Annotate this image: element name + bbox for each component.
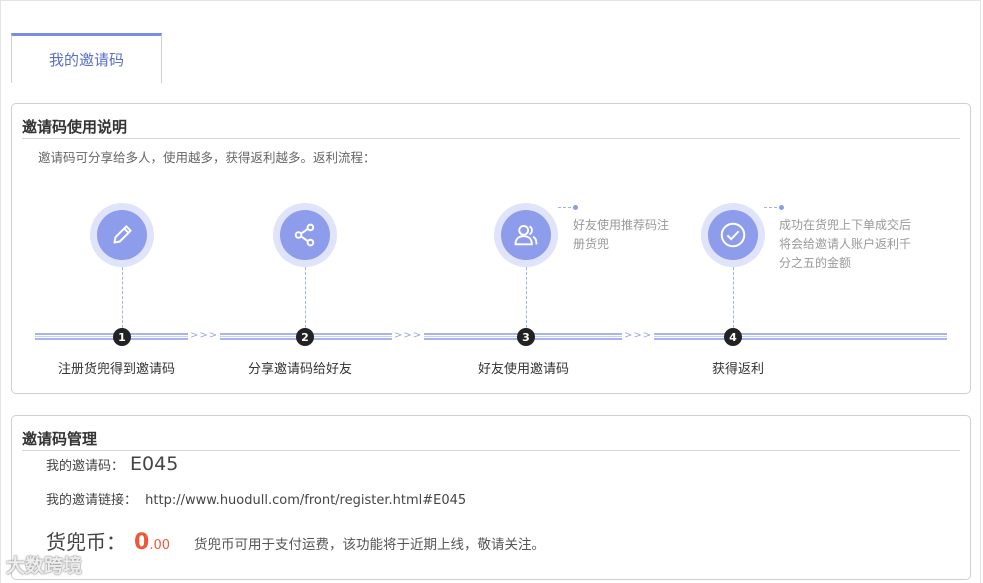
coin-description: 货兜币可用于支付运费，该功能将于近期上线，敬请关注。 xyxy=(194,537,545,553)
step-4-label: 获得返利 xyxy=(712,362,765,377)
step-2-icon-circle xyxy=(273,203,337,267)
share-icon xyxy=(294,223,315,247)
step-4-connector xyxy=(733,267,734,328)
invite-link-label: 我的邀请链接： xyxy=(46,493,138,508)
step-3-note: 好友使用推荐码注册货兜 xyxy=(573,218,670,251)
coin-row: 货兜币： 0.00 货兜币可用于支付运费，该功能将于近期上线，敬请关注。 xyxy=(46,526,545,555)
chevron-right-icon: >>> xyxy=(392,330,425,341)
invite-link-value[interactable]: http://www.huodull.com/front/register.ht… xyxy=(145,493,466,508)
invite-code-row: 我的邀请码： E045 xyxy=(46,453,178,475)
step-1-label: 注册货兜得到邀请码 xyxy=(58,362,176,377)
management-panel: 邀请码管理 我的邀请码： E045 我的邀请链接： http://www.huod… xyxy=(11,415,971,580)
step-2-label: 分享邀请码给好友 xyxy=(248,362,353,377)
pencil-icon xyxy=(113,225,132,244)
step-1-number: 1 xyxy=(113,328,131,346)
chevron-right-icon: >>> xyxy=(622,330,655,341)
step-3-label: 好友使用邀请码 xyxy=(478,362,570,377)
step-4-icon-circle xyxy=(701,203,765,267)
step-2-number: 2 xyxy=(296,328,314,346)
coin-balance-integer: 0 xyxy=(134,530,150,555)
watermark-logo: 大数跨境 xyxy=(6,555,83,577)
chevron-right-icon: >>> xyxy=(188,330,221,341)
step-1-icon-circle xyxy=(90,203,154,267)
step-1-connector xyxy=(122,267,123,328)
usage-title: 邀请码使用说明 xyxy=(22,117,960,139)
invite-link-row: 我的邀请链接： http://www.huodull.com/front/reg… xyxy=(46,489,466,508)
users-icon xyxy=(514,224,538,246)
step-2-connector xyxy=(305,267,306,328)
management-title: 邀请码管理 xyxy=(22,429,960,451)
tab-my-invite-code[interactable]: 我的邀请码 xyxy=(11,33,162,83)
usage-intro: 邀请码可分享给多人，使用越多，获得返利越多。返利流程： xyxy=(38,150,376,165)
step-3-note-dot xyxy=(573,205,578,210)
step-4-note-dot xyxy=(779,205,784,210)
step-3-connector xyxy=(526,267,527,328)
flow-track xyxy=(35,333,947,340)
step-4-note: 成功在货兜上下单成交后将会给邀请人账户返利千分之五的金额 xyxy=(779,218,912,270)
step-3-number: 3 xyxy=(517,328,535,346)
invite-code-label: 我的邀请码： xyxy=(46,459,125,474)
step-4-number: 4 xyxy=(724,328,742,346)
invite-code-value: E045 xyxy=(130,453,179,475)
usage-panel: 邀请码使用说明 邀请码可分享给多人，使用越多，获得返利越多。返利流程： >>> … xyxy=(11,103,971,394)
check-circle-icon xyxy=(720,222,746,248)
step-3-icon-circle xyxy=(494,203,558,267)
coin-balance-decimal: .00 xyxy=(149,538,170,553)
